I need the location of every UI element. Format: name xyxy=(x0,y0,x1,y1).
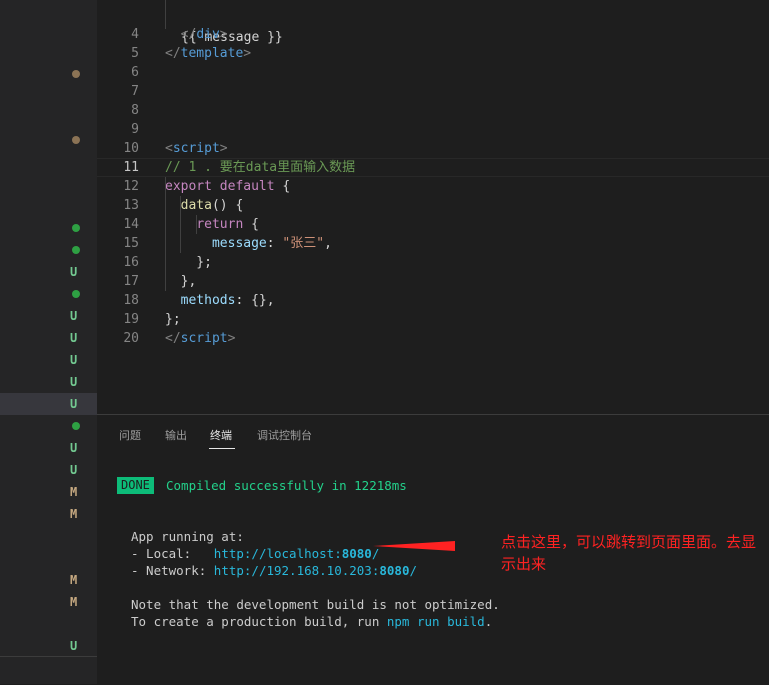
line-number: 17 xyxy=(123,274,139,289)
code-line: 6 xyxy=(97,63,769,82)
git-untracked-badge: U xyxy=(70,639,78,653)
line-number: 20 xyxy=(123,331,139,346)
git-status-dot-icon xyxy=(72,70,80,78)
line-number: 12 xyxy=(123,179,139,194)
code-line: 7 xyxy=(97,82,769,101)
code-text: </script> xyxy=(165,331,236,346)
code-text: message: "张三", xyxy=(211,236,332,251)
line-number: 8 xyxy=(131,103,139,118)
git-untracked-badge: U xyxy=(70,353,78,367)
line-number: 4 xyxy=(131,27,139,42)
code-text: data() { xyxy=(180,198,244,213)
code-text: methods: {}, xyxy=(180,293,275,308)
selected-file-row[interactable] xyxy=(0,393,97,415)
indent-guide xyxy=(180,196,181,253)
git-untracked-badge: U xyxy=(70,265,78,279)
code-line: 20 </script> xyxy=(97,329,769,348)
code-line: 16 }; xyxy=(97,253,769,272)
git-status-dot-icon xyxy=(72,224,80,232)
line-number: 13 xyxy=(123,198,139,213)
code-line: 19}; xyxy=(97,310,769,329)
code-text: export default { xyxy=(165,179,291,194)
code-line: 17 }, xyxy=(97,272,769,291)
arrow-shape xyxy=(373,541,455,551)
code-line: 5 </template> xyxy=(97,44,769,63)
code-text: </template> xyxy=(165,46,252,61)
code-text: }, xyxy=(165,274,197,289)
git-modified-badge: M xyxy=(70,595,78,609)
line-number: 11 xyxy=(123,160,139,175)
code-line: 13 data() { xyxy=(97,196,769,215)
git-status-dot-icon xyxy=(72,422,80,430)
sidebar-divider xyxy=(0,656,97,657)
indent-guide xyxy=(196,215,197,234)
code-line-partial: {{ message }} xyxy=(97,0,769,45)
line-number: 16 xyxy=(123,255,139,270)
line-number: 19 xyxy=(123,312,139,327)
git-status-dot-icon xyxy=(72,290,80,298)
annotation-text: 点击这里，可以跳转到页面里面。去显示出来 xyxy=(501,533,757,573)
line-number: 6 xyxy=(131,65,139,80)
code-text: <script> xyxy=(165,141,228,156)
code-line: 11 // 1 . 要在data里面输入数据 xyxy=(97,158,769,177)
code-text: // 1 . 要在data里面输入数据 xyxy=(165,160,356,175)
code-line: 10 <script> xyxy=(97,139,769,158)
code-line: 14 return { xyxy=(97,215,769,234)
git-untracked-badge: U xyxy=(70,463,78,477)
code-line: 4 </div> xyxy=(97,25,769,44)
code-text: }; xyxy=(165,312,181,327)
git-status-dot-icon xyxy=(72,246,80,254)
code-line: 15 message: "张三", xyxy=(97,234,769,253)
line-number: 14 xyxy=(123,217,139,232)
indent-guide xyxy=(165,177,166,291)
indent-guide xyxy=(165,0,166,29)
git-modified-badge: M xyxy=(70,507,78,521)
code-line: 9 xyxy=(97,120,769,139)
git-untracked-badge: U xyxy=(70,331,78,345)
git-untracked-badge: U xyxy=(70,375,78,389)
line-number: 9 xyxy=(131,122,139,137)
git-untracked-badge: U xyxy=(70,397,78,411)
line-number: 5 xyxy=(131,46,139,61)
code-line: 8 xyxy=(97,101,769,120)
line-number: 15 xyxy=(123,236,139,251)
code-line: 12 export default { xyxy=(97,177,769,196)
explorer-sidebar: UUUUUUUUMMMMU xyxy=(0,0,97,684)
code-editor[interactable]: {{ message }} 4 </div> 5 </template> 6 7 8 9 10… xyxy=(97,0,769,414)
git-modified-badge: M xyxy=(70,485,78,499)
git-untracked-badge: U xyxy=(70,441,78,455)
git-untracked-badge: U xyxy=(70,309,78,323)
git-status-dot-icon xyxy=(72,136,80,144)
git-modified-badge: M xyxy=(70,573,78,587)
code-text: </div> xyxy=(165,27,228,42)
bottom-panel: 问题 输出 终端 调试控制台 DONE Compiled successfull… xyxy=(97,414,769,685)
line-number: 7 xyxy=(131,84,139,99)
line-number: 18 xyxy=(123,293,139,308)
code-line: 18 methods: {}, xyxy=(97,291,769,310)
code-text: }; xyxy=(165,255,212,270)
line-number: 10 xyxy=(123,141,139,156)
